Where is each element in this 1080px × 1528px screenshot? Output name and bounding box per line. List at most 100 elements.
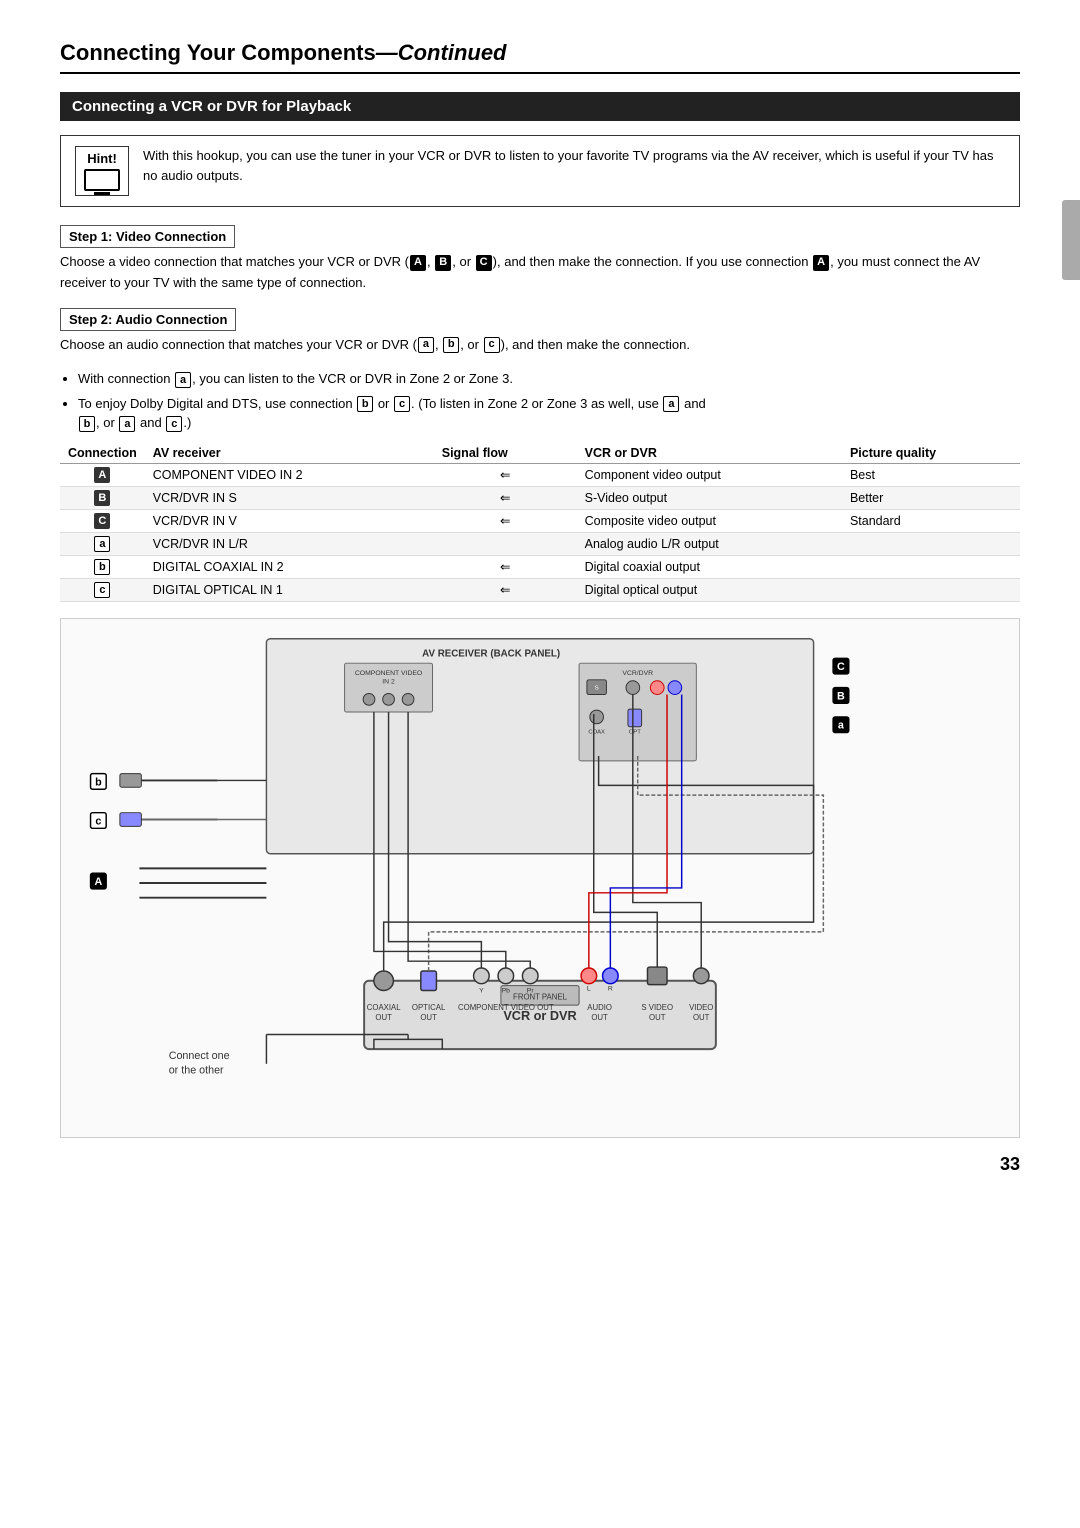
svg-text:Connect one: Connect one bbox=[169, 1050, 230, 1062]
cell-av-receiver: VCR/DVR IN S bbox=[145, 486, 434, 509]
svg-text:Y: Y bbox=[479, 987, 484, 994]
svg-text:a: a bbox=[838, 720, 845, 732]
svg-text:S: S bbox=[595, 685, 599, 691]
cell-connection: b bbox=[60, 555, 145, 578]
step1-block: Step 1: Video Connection Choose a video … bbox=[60, 225, 1020, 294]
svg-text:L: L bbox=[587, 985, 591, 992]
hint-tv-icon bbox=[84, 169, 120, 191]
badge-b-bullet2: b bbox=[357, 396, 373, 412]
svg-text:AUDIO: AUDIO bbox=[587, 1003, 612, 1012]
step2-header: Step 2: Audio Connection bbox=[60, 308, 236, 331]
badge-b: b bbox=[443, 337, 459, 353]
col-signal-flow: Signal flow bbox=[434, 443, 577, 464]
cell-signal: ⇐ bbox=[434, 486, 577, 509]
svg-text:OUT: OUT bbox=[375, 1013, 392, 1022]
svg-text:IN 2: IN 2 bbox=[382, 679, 395, 686]
cell-signal bbox=[434, 532, 577, 555]
table-row: bDIGITAL COAXIAL IN 2⇐Digital coaxial ou… bbox=[60, 555, 1020, 578]
cell-av-receiver: DIGITAL OPTICAL IN 1 bbox=[145, 578, 434, 601]
table-row: ACOMPONENT VIDEO IN 2⇐Component video ou… bbox=[60, 463, 1020, 486]
cell-vcr-dvr: Digital coaxial output bbox=[577, 555, 842, 578]
table-row: BVCR/DVR IN S⇐S-Video outputBetter bbox=[60, 486, 1020, 509]
cell-connection: A bbox=[60, 463, 145, 486]
svg-text:C: C bbox=[837, 661, 845, 673]
step1-text: Choose a video connection that matches y… bbox=[60, 252, 1020, 294]
svg-text:Pr: Pr bbox=[527, 987, 535, 994]
svg-text:OUT: OUT bbox=[420, 1013, 437, 1022]
cell-signal: ⇐ bbox=[434, 463, 577, 486]
svg-text:OUT: OUT bbox=[649, 1013, 666, 1022]
svg-text:COAXIAL: COAXIAL bbox=[367, 1003, 401, 1012]
svg-text:B: B bbox=[837, 690, 845, 702]
diagram-area: AV RECEIVER (BACK PANEL) COMPONENT VIDEO… bbox=[60, 618, 1020, 1138]
step2-text: Choose an audio connection that matches … bbox=[60, 335, 1020, 356]
svg-text:OUT: OUT bbox=[591, 1013, 608, 1022]
table-row: CVCR/DVR IN V⇐Composite video outputStan… bbox=[60, 509, 1020, 532]
cell-quality bbox=[842, 555, 1020, 578]
svg-text:b: b bbox=[95, 776, 102, 788]
cell-signal: ⇐ bbox=[434, 578, 577, 601]
svg-text:Pb: Pb bbox=[502, 987, 511, 994]
hint-box: Hint! With this hookup, you can use the … bbox=[60, 135, 1020, 207]
svg-text:S VIDEO: S VIDEO bbox=[641, 1003, 673, 1012]
page-title: Connecting Your Components—Continued bbox=[60, 40, 1020, 74]
cell-vcr-dvr: Composite video output bbox=[577, 509, 842, 532]
cell-connection: c bbox=[60, 578, 145, 601]
svg-text:OUT: OUT bbox=[693, 1013, 710, 1022]
badge-A: A bbox=[410, 255, 426, 271]
svg-text:VCR/DVR: VCR/DVR bbox=[622, 670, 653, 677]
bullet-list: With connection a, you can listen to the… bbox=[78, 369, 1020, 433]
hint-label-text: Hint! bbox=[87, 151, 117, 166]
connection-diagram: AV RECEIVER (BACK PANEL) COMPONENT VIDEO… bbox=[71, 629, 1009, 1118]
cell-vcr-dvr: Digital optical output bbox=[577, 578, 842, 601]
cell-quality: Standard bbox=[842, 509, 1020, 532]
svg-text:OPT: OPT bbox=[629, 729, 641, 735]
cell-connection: a bbox=[60, 532, 145, 555]
svg-text:COMPONENT VIDEO: COMPONENT VIDEO bbox=[355, 670, 422, 677]
badge-a-bullet2b: a bbox=[119, 416, 135, 432]
badge-a: a bbox=[418, 337, 434, 353]
cell-vcr-dvr: S-Video output bbox=[577, 486, 842, 509]
step1-header: Step 1: Video Connection bbox=[60, 225, 235, 248]
table-row: cDIGITAL OPTICAL IN 1⇐Digital optical ou… bbox=[60, 578, 1020, 601]
table-row: aVCR/DVR IN L/RAnalog audio L/R output bbox=[60, 532, 1020, 555]
svg-text:c: c bbox=[95, 815, 101, 827]
svg-text:VIDEO: VIDEO bbox=[689, 1003, 713, 1012]
cell-connection: B bbox=[60, 486, 145, 509]
svg-text:AV RECEIVER (BACK PANEL): AV RECEIVER (BACK PANEL) bbox=[422, 648, 560, 659]
cell-quality bbox=[842, 532, 1020, 555]
cell-quality: Best bbox=[842, 463, 1020, 486]
svg-text:FRONT PANEL: FRONT PANEL bbox=[513, 992, 568, 1001]
badge-a-bullet1: a bbox=[175, 372, 191, 388]
cell-vcr-dvr: Analog audio L/R output bbox=[577, 532, 842, 555]
cell-av-receiver: COMPONENT VIDEO IN 2 bbox=[145, 463, 434, 486]
col-vcr-dvr: VCR or DVR bbox=[577, 443, 842, 464]
hint-text: With this hookup, you can use the tuner … bbox=[143, 146, 1005, 185]
title-italic: —Continued bbox=[376, 40, 507, 65]
side-tab bbox=[1062, 200, 1080, 280]
svg-text:COMPONENT VIDEO OUT: COMPONENT VIDEO OUT bbox=[458, 1003, 554, 1012]
badge-c-bullet2: c bbox=[394, 396, 410, 412]
svg-text:OPTICAL: OPTICAL bbox=[412, 1003, 446, 1012]
svg-text:or the other: or the other bbox=[169, 1064, 224, 1076]
badge-a-bullet2: a bbox=[663, 396, 679, 412]
badge-B: B bbox=[435, 255, 451, 271]
badge-c-bullet2b: c bbox=[166, 416, 182, 432]
connection-table: Connection AV receiver Signal flow VCR o… bbox=[60, 443, 1020, 602]
badge-A2: A bbox=[813, 255, 829, 271]
cell-signal: ⇐ bbox=[434, 509, 577, 532]
cell-quality: Better bbox=[842, 486, 1020, 509]
section-header: Connecting a VCR or DVR for Playback bbox=[60, 92, 1020, 121]
section-title-text: Connecting a VCR or DVR for Playback bbox=[72, 98, 351, 115]
cell-av-receiver: VCR/DVR IN V bbox=[145, 509, 434, 532]
col-connection: Connection bbox=[60, 443, 145, 464]
cell-vcr-dvr: Component video output bbox=[577, 463, 842, 486]
svg-text:A: A bbox=[94, 876, 102, 888]
badge-c: c bbox=[484, 337, 500, 353]
cell-quality bbox=[842, 578, 1020, 601]
svg-text:R: R bbox=[608, 985, 613, 992]
page-number: 33 bbox=[60, 1154, 1020, 1175]
bullet-1: With connection a, you can listen to the… bbox=[78, 369, 1020, 389]
cell-connection: C bbox=[60, 509, 145, 532]
svg-text:COAX: COAX bbox=[588, 729, 605, 735]
